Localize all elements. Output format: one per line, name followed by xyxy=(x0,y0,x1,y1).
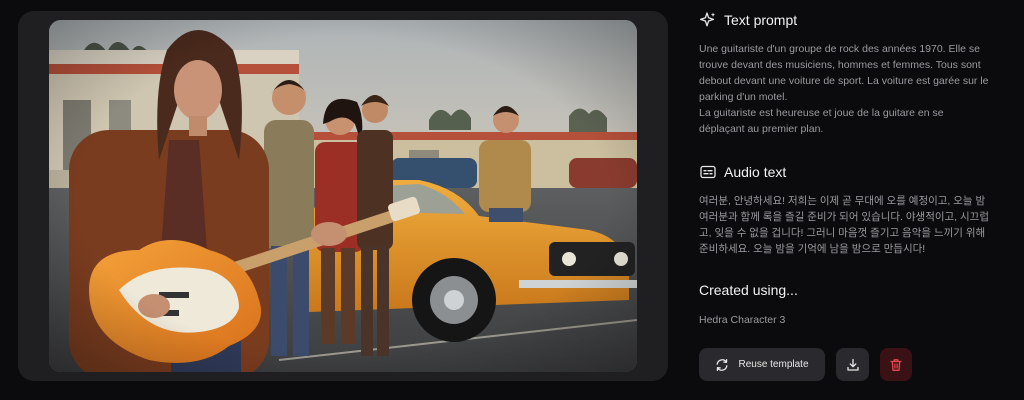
subtitles-icon xyxy=(699,163,717,181)
delete-button[interactable] xyxy=(880,348,912,381)
audio-text-header: Audio text xyxy=(699,163,786,181)
download-icon xyxy=(846,358,860,372)
preview-image[interactable] xyxy=(49,20,637,372)
audio-text-line: 고, 잊을 수 없을 겁니다! 그러니 마음껏 즐기고 음악을 느끼기 위해 xyxy=(699,227,986,239)
text-prompt-header: Text prompt xyxy=(699,11,797,29)
audio-text-title: Audio text xyxy=(724,164,787,180)
reuse-icon xyxy=(715,358,729,372)
page: Text prompt Une guitariste d'un groupe d… xyxy=(0,0,1024,400)
text-prompt-line: déplaçant au premier plan. xyxy=(699,123,824,135)
reuse-template-label: Reuse template xyxy=(738,359,809,370)
text-prompt-line: parking d'un motel. xyxy=(699,91,788,103)
created-using-title: Created using... xyxy=(699,282,798,298)
text-prompt-line: La guitariste est heureuse et joue de la… xyxy=(699,107,944,119)
preview-card xyxy=(18,11,668,381)
audio-text-line: 여러분, 안녕하세요! 저희는 이제 곧 무대에 오를 예정이고, 오늘 밤 xyxy=(699,195,986,207)
text-prompt-line: debout devant une voiture de sport. La v… xyxy=(699,75,989,87)
text-prompt-line: trouve devant des musiciens, hommes et f… xyxy=(699,59,981,71)
audio-text-line: 여러분과 함께 록을 즐길 준비가 되어 있습니다. 야생적이고, 시끄럽 xyxy=(699,211,989,223)
download-button[interactable] xyxy=(836,348,869,381)
audio-text-line: 준비하세요. 오늘 밤을 기억에 남을 밤으로 만듭시다! xyxy=(699,243,926,255)
model-name: Hedra Character 3 xyxy=(699,314,786,326)
audio-text-body: 여러분, 안녕하세요! 저희는 이제 곧 무대에 오를 예정이고, 오늘 밤 여… xyxy=(699,193,1017,257)
reuse-template-button[interactable]: Reuse template xyxy=(699,348,825,381)
text-prompt-body: Une guitariste d'un groupe de rock des a… xyxy=(699,41,1017,137)
trash-icon xyxy=(889,358,903,372)
text-prompt-line: Une guitariste d'un groupe de rock des a… xyxy=(699,43,981,55)
text-prompt-title: Text prompt xyxy=(724,12,798,28)
sparkle-icon xyxy=(699,11,717,29)
